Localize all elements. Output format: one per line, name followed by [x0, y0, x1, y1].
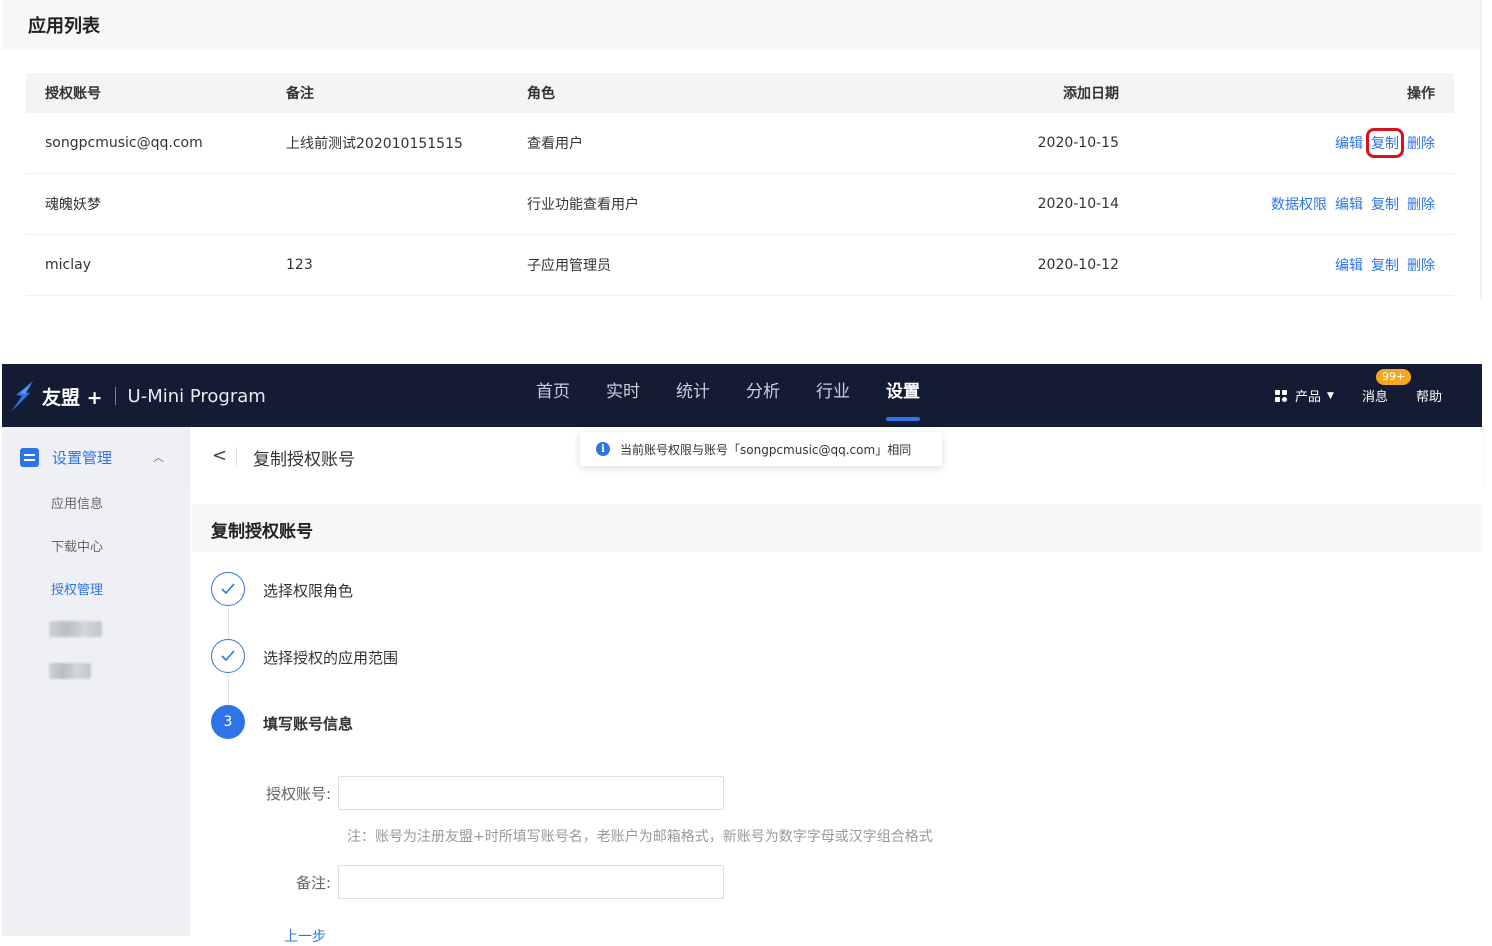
step-2-label: 选择授权的应用范围 — [263, 649, 399, 667]
delete-link[interactable]: 删除 — [1407, 255, 1435, 275]
page-title: 复制授权账号 — [253, 450, 355, 470]
copy-account-form-area: 复制授权账号 选择权限角色 选择授权的应用范围 3 填写账号信息 授权账号: 注… — [190, 487, 1482, 945]
messages-label: 消息 — [1361, 390, 1388, 405]
nav-analysis[interactable]: 分析 — [746, 364, 780, 427]
sidebar-item-redacted[interactable] — [49, 663, 91, 679]
step-connector — [228, 675, 229, 705]
cell-date: 2020-10-14 — [1037, 196, 1119, 212]
help-label: 帮助 — [1415, 390, 1442, 405]
table-row: songpcmusic@qq.com 上线前测试202010151515 查看用… — [26, 113, 1454, 174]
help-button[interactable]: 帮助 — [1416, 386, 1442, 405]
header-date: 添加日期 — [1063, 86, 1119, 102]
header-divider — [236, 447, 237, 467]
edit-link[interactable]: 编辑 — [1335, 194, 1363, 214]
app-list-panel: 应用列表 授权账号 备注 角色 添加日期 操作 songpcmusic@qq.c… — [0, 0, 1492, 364]
app-list-header: 应用列表 — [2, 0, 1480, 50]
brand-separator — [114, 387, 116, 405]
delete-link[interactable]: 删除 — [1407, 194, 1435, 214]
section-title: 复制授权账号 — [211, 522, 313, 542]
authorized-accounts-table: 授权账号 备注 角色 添加日期 操作 songpcmusic@qq.com 上线… — [26, 73, 1454, 296]
sidebar-item-app-info[interactable]: 应用信息 — [51, 493, 103, 512]
cell-note: 123 — [286, 257, 313, 273]
messages-badge: 99+ — [1375, 369, 1412, 385]
previous-step-button[interactable]: 上一步 — [284, 926, 326, 946]
settings-list-icon — [20, 447, 39, 467]
messages-button[interactable]: 消息 99+ — [1361, 369, 1412, 405]
header-note: 备注 — [286, 86, 314, 102]
main-nav: 首页 实时 统计 分析 行业 设置 — [536, 364, 956, 427]
step-1-label: 选择权限角色 — [263, 582, 354, 600]
cell-date: 2020-10-12 — [1037, 257, 1119, 273]
sidebar-item-redacted[interactable] — [49, 621, 102, 637]
cell-role: 子应用管理员 — [527, 258, 611, 274]
nav-industry[interactable]: 行业 — [816, 364, 850, 427]
nav-settings[interactable]: 设置 — [886, 364, 920, 427]
header-role: 角色 — [527, 86, 555, 102]
check-icon — [221, 583, 235, 595]
products-menu[interactable]: 产品 ▼ — [1275, 386, 1334, 405]
products-label: 产品 — [1295, 390, 1322, 405]
cell-account: 魂魄妖梦 — [45, 197, 101, 213]
copy-link[interactable]: 复制 — [1371, 194, 1399, 214]
sidebar: 设置管理 ︿ 应用信息 下载中心 授权管理 — [2, 427, 190, 936]
chevron-up-icon[interactable]: ︿ — [153, 449, 164, 465]
account-field-hint: 注：账号为注册友盟+时所填写账号名，老账户为邮箱格式，新账号为数字字母或汉字组合… — [347, 829, 933, 845]
cell-ops: 编辑 复制 删除 — [1327, 113, 1435, 173]
step-connector — [228, 608, 229, 638]
cell-role: 查看用户 — [527, 136, 583, 152]
top-navbar: 友盟 + U-Mini Program 首页 实时 统计 分析 行业 设置 产品… — [2, 364, 1482, 427]
account-input[interactable] — [338, 776, 724, 810]
cell-account: songpcmusic@qq.com — [45, 135, 203, 151]
edit-link[interactable]: 编辑 — [1335, 255, 1363, 275]
header-ops: 操作 — [1407, 86, 1435, 102]
table-header-row: 授权账号 备注 角色 添加日期 操作 — [26, 73, 1454, 113]
brand-name: 友盟 + — [42, 386, 103, 409]
cell-account: miclay — [45, 257, 91, 273]
info-toast: i 当前账号权限与账号「songpcmusic@qq.com」相同 — [580, 432, 942, 466]
toast-message: 当前账号权限与账号「songpcmusic@qq.com」相同 — [620, 442, 912, 457]
table-row: miclay 123 子应用管理员 2020-10-12 编辑 复制 删除 — [26, 235, 1454, 296]
header-account: 授权账号 — [45, 86, 101, 102]
chevron-left-icon[interactable]: < — [212, 445, 227, 466]
remark-field-label: 备注: — [295, 874, 331, 892]
caret-down-icon: ▼ — [1327, 390, 1334, 401]
grid-icon — [1275, 389, 1288, 402]
panel-edge — [1480, 0, 1482, 300]
info-circle-icon: i — [596, 442, 610, 456]
table-row: 魂魄妖梦 行业功能查看用户 2020-10-14 数据权限 编辑 复制 删除 — [26, 174, 1454, 235]
navbar-actions: 产品 ▼ 消息 99+ 帮助 — [1247, 364, 1442, 427]
cell-note: 上线前测试202010151515 — [286, 136, 463, 152]
umeng-logo-icon — [11, 380, 34, 412]
product-name: U-Mini Program — [127, 385, 266, 407]
delete-link[interactable]: 删除 — [1407, 133, 1435, 153]
nav-home[interactable]: 首页 — [536, 364, 570, 427]
step-1-circle — [211, 572, 245, 606]
copy-link[interactable]: 复制 — [1371, 255, 1399, 275]
sidebar-group-settings[interactable]: 设置管理 ︿ — [2, 442, 190, 472]
copy-link-highlighted[interactable]: 复制 — [1366, 128, 1404, 158]
cell-role: 行业功能查看用户 — [527, 197, 639, 213]
check-icon — [221, 650, 235, 662]
edit-link[interactable]: 编辑 — [1335, 133, 1363, 153]
cell-date: 2020-10-15 — [1037, 135, 1119, 151]
cell-ops: 编辑 复制 删除 — [1327, 235, 1435, 295]
sidebar-item-download-center[interactable]: 下载中心 — [51, 536, 103, 555]
step-3-label: 填写账号信息 — [263, 715, 354, 733]
step-3-number: 3 — [223, 714, 233, 730]
brand-logo[interactable]: 友盟 + U-Mini Program — [8, 378, 266, 414]
step-2-circle — [211, 639, 245, 673]
remark-input[interactable] — [338, 865, 724, 899]
sidebar-item-authorization[interactable]: 授权管理 — [51, 579, 103, 598]
data-permission-link[interactable]: 数据权限 — [1271, 194, 1327, 214]
cell-ops: 数据权限 编辑 复制 删除 — [1263, 174, 1435, 234]
nav-statistics[interactable]: 统计 — [676, 364, 710, 427]
sidebar-group-label: 设置管理 — [52, 448, 113, 467]
account-field-label: 授权账号: — [265, 785, 331, 803]
app-list-title: 应用列表 — [28, 16, 100, 37]
step-3-circle: 3 — [211, 705, 245, 739]
nav-realtime[interactable]: 实时 — [606, 364, 640, 427]
section-header: 复制授权账号 — [192, 504, 1482, 552]
